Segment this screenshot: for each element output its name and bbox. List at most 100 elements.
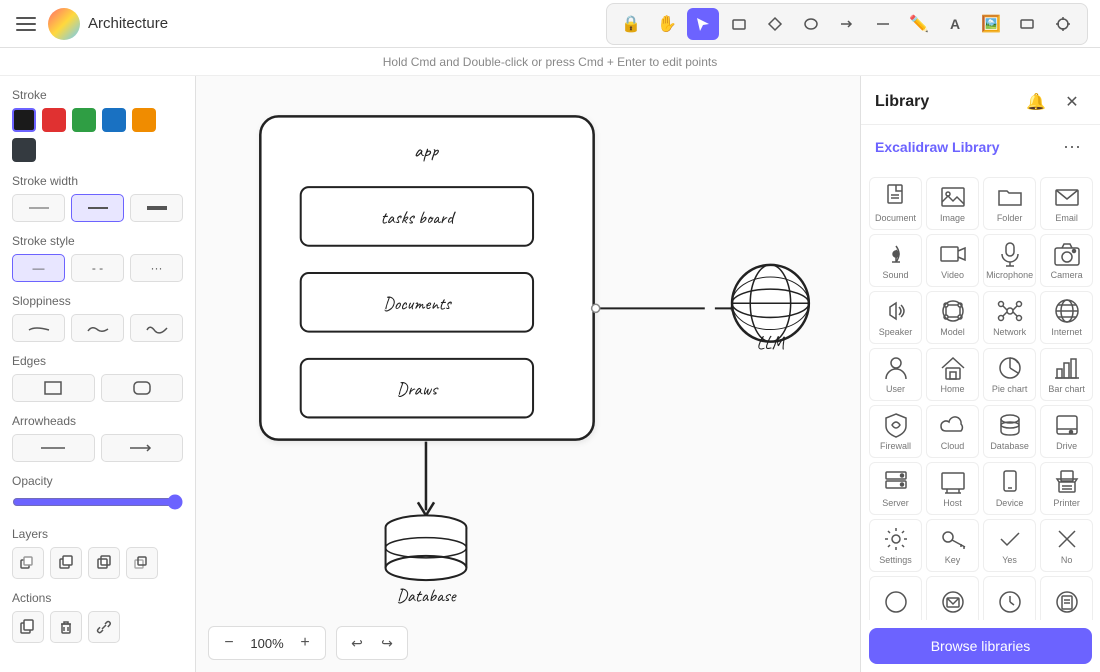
stroke-width-thin[interactable] [12, 194, 65, 222]
opacity-section: Opacity [12, 474, 183, 515]
stroke-width-medium[interactable] [71, 194, 124, 222]
lib-item-device[interactable]: Device [983, 462, 1036, 515]
lib-item-no[interactable]: No [1040, 519, 1093, 572]
lib-item-network[interactable]: Network [983, 291, 1036, 344]
sloppiness-architect[interactable] [12, 314, 65, 342]
line-tool[interactable] [867, 8, 899, 40]
zoom-out-button[interactable]: − [217, 631, 241, 655]
lib-item-video-label: Video [941, 270, 964, 281]
lib-item-drive[interactable]: Drive [1040, 405, 1093, 458]
lib-item-doc2[interactable] [1040, 576, 1093, 620]
lib-item-bar-chart-label: Bar chart [1048, 384, 1085, 395]
stroke-color-dark[interactable] [12, 138, 36, 162]
lib-item-folder[interactable]: Folder [983, 177, 1036, 230]
lib-item-settings[interactable]: Settings [869, 519, 922, 572]
stroke-width-label: Stroke width [12, 174, 183, 188]
menu-icon[interactable] [12, 10, 40, 38]
sloppiness-cartoonist[interactable] [130, 314, 183, 342]
bell-button[interactable]: 🔔 [1022, 88, 1050, 116]
hint-bar: Hold Cmd and Double-click or press Cmd +… [0, 48, 1100, 76]
lib-item-microphone[interactable]: Microphone [983, 234, 1036, 287]
eraser-tool[interactable] [1011, 8, 1043, 40]
image-tool[interactable]: 🖼️ [975, 8, 1007, 40]
stroke-color-blue[interactable] [102, 108, 126, 132]
stroke-style-section: Stroke style — - - ··· [12, 234, 183, 282]
lib-item-server[interactable]: Server [869, 462, 922, 515]
lib-item-server-label: Server [882, 498, 909, 509]
rectangle-tool[interactable] [723, 8, 755, 40]
ellipse-tool[interactable] [795, 8, 827, 40]
stroke-width-section: Stroke width [12, 174, 183, 222]
canvas-area[interactable]: app tasks board Documents Draws [196, 76, 860, 672]
lib-item-sound[interactable]: Sound [869, 234, 922, 287]
lib-item-image[interactable]: Image [926, 177, 979, 230]
arrow-tool[interactable] [831, 8, 863, 40]
duplicate-button[interactable] [12, 611, 44, 643]
browse-libraries-button[interactable]: Browse libraries [869, 628, 1092, 664]
lib-item-model-label: Model [940, 327, 965, 338]
arrowhead-none[interactable] [12, 434, 95, 462]
laser-tool[interactable] [1047, 8, 1079, 40]
lib-item-pie-chart[interactable]: Pie chart [983, 348, 1036, 401]
lib-item-key[interactable]: Key [926, 519, 979, 572]
hand-tool[interactable]: ✋ [651, 8, 683, 40]
redo-button[interactable]: ↪ [375, 631, 399, 655]
lib-item-circle1[interactable] [869, 576, 922, 620]
bring-to-front-button[interactable] [126, 547, 158, 579]
lib-item-internet[interactable]: Internet [1040, 291, 1093, 344]
stroke-color-red[interactable] [42, 108, 66, 132]
lib-item-database[interactable]: Database [983, 405, 1036, 458]
stroke-style-dashed[interactable]: - - [71, 254, 124, 282]
stroke-width-thick[interactable] [130, 194, 183, 222]
send-to-back-button[interactable] [12, 547, 44, 579]
lib-item-speaker[interactable]: Speaker [869, 291, 922, 344]
lib-item-bar-chart[interactable]: Bar chart [1040, 348, 1093, 401]
select-tool[interactable] [687, 8, 719, 40]
lib-item-network-label: Network [993, 327, 1026, 338]
lib-item-yes[interactable]: Yes [983, 519, 1036, 572]
lock-tool[interactable]: 🔒 [615, 8, 647, 40]
lib-item-clock[interactable] [983, 576, 1036, 620]
edges-sharp[interactable] [12, 374, 95, 402]
lib-item-email[interactable]: Email [1040, 177, 1093, 230]
lib-item-printer[interactable]: Printer [1040, 462, 1093, 515]
opacity-slider[interactable] [12, 494, 183, 510]
lib-item-sound-label: Sound [883, 270, 909, 281]
sloppiness-section: Sloppiness [12, 294, 183, 342]
svg-text:LLM: LLM [757, 333, 786, 355]
lib-item-camera[interactable]: Camera [1040, 234, 1093, 287]
send-backward-button[interactable] [50, 547, 82, 579]
lib-item-speaker-label: Speaker [879, 327, 913, 338]
lib-item-model[interactable]: Model [926, 291, 979, 344]
delete-button[interactable] [50, 611, 82, 643]
lib-item-device-label: Device [996, 498, 1024, 509]
link-button[interactable] [88, 611, 120, 643]
library-more-button[interactable]: ⋯ [1058, 133, 1086, 161]
lib-item-firewall[interactable]: Firewall [869, 405, 922, 458]
sloppiness-artist[interactable] [71, 314, 124, 342]
diamond-tool[interactable] [759, 8, 791, 40]
stroke-color-black[interactable] [12, 108, 36, 132]
bring-forward-button[interactable] [88, 547, 120, 579]
stroke-color-green[interactable] [72, 108, 96, 132]
lib-item-host[interactable]: Host [926, 462, 979, 515]
lib-item-mail2[interactable] [926, 576, 979, 620]
stroke-color-orange[interactable] [132, 108, 156, 132]
lib-item-internet-label: Internet [1051, 327, 1082, 338]
lib-item-camera-label: Camera [1051, 270, 1083, 281]
text-tool[interactable]: A [939, 8, 971, 40]
lib-item-document[interactable]: Document [869, 177, 922, 230]
lib-item-user[interactable]: User [869, 348, 922, 401]
lib-item-home[interactable]: Home [926, 348, 979, 401]
stroke-style-dotted[interactable]: ··· [130, 254, 183, 282]
lib-item-cloud[interactable]: Cloud [926, 405, 979, 458]
arrowhead-arrow[interactable] [101, 434, 184, 462]
pencil-tool[interactable]: ✏️ [903, 8, 935, 40]
lib-item-printer-label: Printer [1053, 498, 1080, 509]
undo-button[interactable]: ↩ [345, 631, 369, 655]
lib-item-video[interactable]: Video [926, 234, 979, 287]
stroke-style-solid[interactable]: — [12, 254, 65, 282]
edges-round[interactable] [101, 374, 184, 402]
zoom-in-button[interactable]: + [293, 631, 317, 655]
close-library-button[interactable]: ✕ [1058, 88, 1086, 116]
